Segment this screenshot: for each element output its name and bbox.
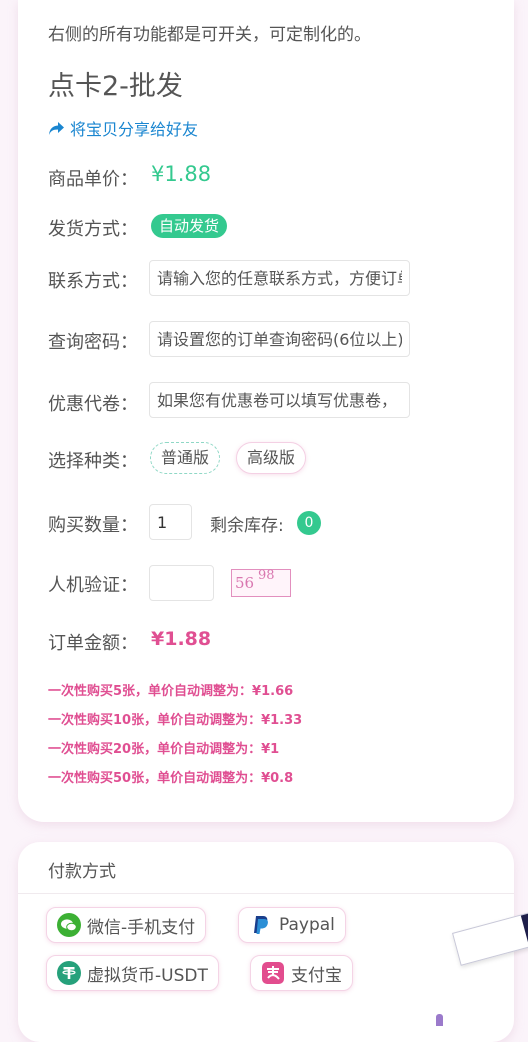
type-option-premium[interactable]: 高级版 [236, 442, 307, 474]
pay-usdt-label: 虚拟货币-USDT [87, 965, 208, 986]
pay-paypal-button[interactable]: Paypal [238, 907, 346, 943]
wechat-icon [57, 913, 81, 937]
pay-alipay-button[interactable]: 支付宝 [250, 955, 353, 991]
payment-title: 付款方式 [48, 862, 116, 882]
delivery-label: 发货方式： [48, 219, 138, 240]
share-icon [49, 121, 64, 135]
pay-wechat-button[interactable]: 微信-手机支付 [46, 907, 207, 943]
discount-line-50: 一次性购买50张，单价自动调整为：¥0.8 [48, 771, 294, 786]
quantity-input[interactable] [149, 504, 192, 540]
captcha-input[interactable] [149, 565, 214, 601]
type-label: 选择种类： [48, 451, 138, 472]
captcha-image[interactable]: 56 98 [231, 568, 291, 597]
discount-line-10: 一次性购买10张，单价自动调整为：¥1.33 [48, 713, 303, 728]
coupon-input[interactable] [149, 382, 410, 418]
discount-line-5: 一次性购买5张，单价自动调整为：¥1.66 [48, 684, 294, 699]
pay-wechat-label: 微信-手机支付 [87, 917, 196, 938]
payment-divider [18, 893, 514, 894]
contact-label: 联系方式： [48, 271, 138, 292]
pay-alipay-label: 支付宝 [291, 965, 342, 986]
paypal-icon [249, 913, 273, 937]
share-label: 将宝贝分享给好友 [70, 120, 199, 139]
total-label: 订单金额： [48, 633, 138, 654]
quantity-label: 购买数量： [48, 515, 138, 536]
description-text: 右侧的所有功能都是可开关，可定制化的。 [48, 25, 371, 45]
total-value: ¥1.88 [151, 628, 212, 650]
coupon-label: 优惠代卷： [48, 394, 138, 415]
query-password-label: 查询密码： [48, 332, 138, 353]
delivery-badge: 自动发货 [151, 214, 228, 238]
stock-label: 剩余库存: [210, 516, 284, 536]
unit-price-label: 商品单价： [48, 169, 138, 190]
discount-line-20: 一次性购买20张，单价自动调整为：¥1 [48, 742, 280, 757]
type-option-standard[interactable]: 普通版 [150, 442, 221, 474]
share-link[interactable]: 将宝贝分享给好友 [48, 116, 198, 140]
contact-input[interactable] [149, 260, 410, 296]
decorative-marker [436, 1014, 443, 1026]
product-title: 点卡2-批发 [48, 71, 183, 102]
alipay-icon [261, 961, 285, 985]
captcha-super-text: 98 [258, 568, 275, 583]
stock-count-badge: 0 [297, 511, 321, 535]
usdt-icon [57, 961, 81, 985]
pay-usdt-button[interactable]: 虚拟货币-USDT [46, 955, 219, 991]
pay-paypal-label: Paypal [279, 915, 335, 935]
unit-price-value: ¥1.88 [151, 162, 212, 186]
captcha-label: 人机验证： [48, 575, 138, 596]
query-password-input[interactable] [149, 321, 410, 357]
captcha-main-text: 56 [235, 574, 255, 592]
